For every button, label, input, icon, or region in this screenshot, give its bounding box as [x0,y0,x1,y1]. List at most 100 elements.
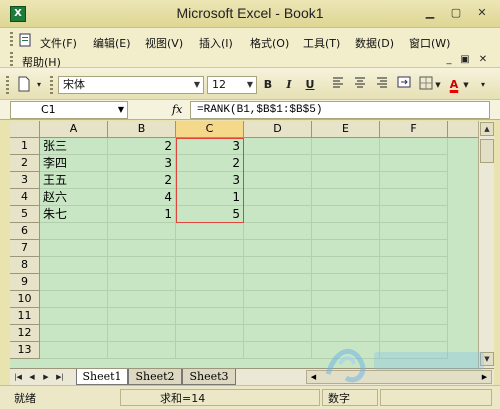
underline-button[interactable]: U [302,76,318,94]
cell-e11[interactable] [312,308,380,325]
cell-e7[interactable] [312,240,380,257]
cell-f4[interactable] [380,189,448,206]
menu-edit[interactable]: 编辑(E) [93,35,131,51]
font-size-select[interactable]: 12 ▼ [207,76,257,94]
cell-a7[interactable] [40,240,108,257]
cell-b4[interactable]: 4 [108,189,176,206]
menu-view[interactable]: 视图(V) [145,35,183,51]
cell-e5[interactable] [312,206,380,223]
cell-c7[interactable] [176,240,244,257]
cell-a11[interactable] [40,308,108,325]
scroll-left-icon[interactable]: ◀ [307,371,320,383]
name-box[interactable]: C1 ▼ [10,101,128,119]
cell-e1[interactable] [312,138,380,155]
cell-b3[interactable]: 2 [108,172,176,189]
cell-f3[interactable] [380,172,448,189]
cell-f2[interactable] [380,155,448,172]
cell-d5[interactable] [244,206,312,223]
cell-e8[interactable] [312,257,380,274]
vertical-scrollbar[interactable]: ▲ ▼ [478,121,494,368]
tab-sheet3[interactable]: Sheet3 [182,369,236,385]
cell-e13[interactable] [312,342,380,359]
menu-tools[interactable]: 工具(T) [303,35,340,51]
align-right-icon[interactable] [374,76,390,94]
formula-input[interactable]: =RANK(B1,$B$1:$B$5) [190,101,490,119]
scroll-right-icon[interactable]: ▶ [478,371,491,383]
cell-c10[interactable] [176,291,244,308]
cell-c9[interactable] [176,274,244,291]
row-header-9[interactable]: 9 [10,274,40,291]
cell-c12[interactable] [176,325,244,342]
cell-d1[interactable] [244,138,312,155]
cell-f1[interactable] [380,138,448,155]
cell-e2[interactable] [312,155,380,172]
menu-insert[interactable]: 插入(I) [199,35,233,51]
row-header-7[interactable]: 7 [10,240,40,257]
cell-a9[interactable] [40,274,108,291]
cell-d7[interactable] [244,240,312,257]
cell-b12[interactable] [108,325,176,342]
cell-f11[interactable] [380,308,448,325]
toolbar-grip[interactable] [6,76,9,94]
cell-a1[interactable]: 张三 [40,138,108,155]
cell-d3[interactable] [244,172,312,189]
cell-a2[interactable]: 李四 [40,155,108,172]
toolbar-grip-2[interactable] [50,76,53,94]
doc-close-button[interactable]: ✕ [476,54,490,66]
doc-minimize-button[interactable]: _ [442,54,456,66]
cell-a13[interactable] [40,342,108,359]
cell-e10[interactable] [312,291,380,308]
cell-f10[interactable] [380,291,448,308]
align-center-icon[interactable] [352,76,368,94]
column-header-f[interactable]: F [380,121,448,138]
column-header-a[interactable]: A [40,121,108,138]
cell-a8[interactable] [40,257,108,274]
cell-d4[interactable] [244,189,312,206]
cell-d8[interactable] [244,257,312,274]
font-family-select[interactable]: 宋体 ▼ [58,76,204,94]
cell-d12[interactable] [244,325,312,342]
toolbar-overflow-icon[interactable]: ▾ [34,76,44,94]
row-header-1[interactable]: 1 [10,138,40,155]
worksheet-grid[interactable]: A B C D E F 1 张三 2 3 2 李四 3 2 3 王五 2 3 4 赵六 4 1 5 朱七 1 5 6 7 8 9 10 11 1… [10,121,478,368]
cell-a12[interactable] [40,325,108,342]
cell-e3[interactable] [312,172,380,189]
menu-data[interactable]: 数据(D) [355,35,394,51]
tab-sheet1[interactable]: Sheet1 [76,369,128,385]
next-sheet-icon[interactable]: ▶ [40,370,52,384]
column-header-d[interactable]: D [244,121,312,138]
row-header-10[interactable]: 10 [10,291,40,308]
cell-d2[interactable] [244,155,312,172]
scroll-thumb[interactable] [480,139,494,163]
cell-b10[interactable] [108,291,176,308]
row-header-5[interactable]: 5 [10,206,40,223]
borders-icon[interactable] [418,76,434,94]
cell-b8[interactable] [108,257,176,274]
cell-f8[interactable] [380,257,448,274]
cell-b13[interactable] [108,342,176,359]
scroll-up-icon[interactable]: ▲ [480,122,494,136]
cell-a5[interactable]: 朱七 [40,206,108,223]
cell-d11[interactable] [244,308,312,325]
cell-f13[interactable] [380,342,448,359]
cell-b9[interactable] [108,274,176,291]
cell-e12[interactable] [312,325,380,342]
scroll-down-icon[interactable]: ▼ [480,352,494,366]
column-header-b[interactable]: B [108,121,176,138]
row-header-13[interactable]: 13 [10,342,40,359]
last-sheet-icon[interactable]: ▶| [54,370,66,384]
column-header-c[interactable]: C [176,121,244,138]
italic-button[interactable]: I [281,76,297,94]
first-sheet-icon[interactable]: |◀ [12,370,24,384]
cell-b5[interactable]: 1 [108,206,176,223]
row-header-6[interactable]: 6 [10,223,40,240]
cell-f9[interactable] [380,274,448,291]
new-document-icon[interactable] [14,76,34,94]
cell-b2[interactable]: 3 [108,155,176,172]
cell-d9[interactable] [244,274,312,291]
horizontal-scrollbar[interactable]: ◀ ▶ [306,370,492,384]
cell-f7[interactable] [380,240,448,257]
row-header-4[interactable]: 4 [10,189,40,206]
cell-e6[interactable] [312,223,380,240]
cell-c6[interactable] [176,223,244,240]
